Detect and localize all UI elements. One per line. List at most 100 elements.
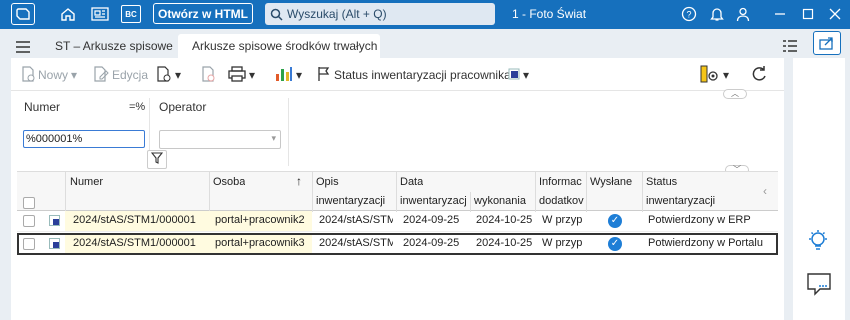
chevron-down-icon: ▾ xyxy=(523,68,530,82)
bc-icon[interactable]: BC xyxy=(121,5,141,23)
header-status[interactable]: Status xyxy=(646,176,677,188)
header-data-wykonania[interactable]: wykonania xyxy=(474,195,526,207)
header-informacje[interactable]: Informac xyxy=(539,176,585,188)
scroll-left-icon[interactable]: ‹ xyxy=(763,184,767,198)
tab-label: Arkusze spisowe środków trwałych xyxy=(192,39,378,53)
open-html-label: Otwórz w HTML xyxy=(158,6,248,21)
sort-arrow-icon[interactable]: ↑ xyxy=(296,174,302,188)
document-icon xyxy=(156,65,172,85)
right-side-panel xyxy=(793,58,845,320)
header-wyslane[interactable]: Wysłane xyxy=(590,176,632,188)
maximize-icon[interactable] xyxy=(797,4,819,24)
flag-icon xyxy=(317,66,331,85)
new-button[interactable]: Nowy ▾ xyxy=(21,65,78,85)
header-data-inwentaryzacji[interactable]: inwentaryzacj xyxy=(400,195,470,207)
cell-numer: 2024/stAS/STM1/000001 xyxy=(73,214,196,226)
home-icon[interactable] xyxy=(57,4,79,24)
operator-select[interactable]: ▾ xyxy=(159,130,281,149)
close-icon[interactable] xyxy=(824,4,846,24)
chat-icon[interactable] xyxy=(806,272,832,299)
header-informacje-sub: dodatkov xyxy=(539,195,584,207)
row-checkbox[interactable] xyxy=(23,215,35,227)
table-row[interactable]: 2024/stAS/STM1/000001 portal+pracownik2 … xyxy=(17,211,778,232)
header-status-sub: inwentaryzacji xyxy=(646,195,716,207)
search-icon xyxy=(265,8,287,21)
chevron-down-icon: ▾ xyxy=(723,68,730,82)
chevron-down-icon: ▾ xyxy=(271,133,276,143)
cell-data-wykonania: 2024-10-25 xyxy=(476,237,533,249)
chevron-down-icon: ▾ xyxy=(296,68,303,82)
print-button[interactable]: ▾ xyxy=(228,65,256,85)
bar-chart-icon xyxy=(275,66,293,85)
cell-informacje: W przyp xyxy=(542,214,583,226)
cell-data-inwentaryzacji: 2024-09-25 xyxy=(403,214,460,226)
header-opis-sub: inwentaryzacji xyxy=(316,195,386,207)
color-options-button[interactable]: ▾ xyxy=(508,66,529,84)
news-icon[interactable] xyxy=(89,4,111,24)
select-all-checkbox[interactable] xyxy=(23,197,35,209)
color-square-icon xyxy=(508,68,520,83)
lightbulb-icon[interactable] xyxy=(806,228,830,255)
tabs-row: ST – Arkusze spisowe Arkusze spisowe śro… xyxy=(0,29,850,59)
collapse-up-icon[interactable]: ︿ xyxy=(723,89,747,99)
search-input[interactable]: Wyszukaj (Alt + Q) xyxy=(265,3,495,25)
row-checkbox[interactable] xyxy=(23,238,35,250)
numer-filter-label: Numer xyxy=(24,100,61,114)
bc-label: BC xyxy=(125,9,137,19)
chevron-down-icon: ▾ xyxy=(175,68,182,82)
funnel-icon xyxy=(150,152,164,167)
edit-label: Edycja xyxy=(112,68,149,82)
cell-status: Potwierdzony w ERP xyxy=(648,214,751,226)
cell-opis: 2024/stAS/STM xyxy=(319,214,393,226)
check-circle-icon: ✓ xyxy=(608,237,622,251)
new-label: Nowy xyxy=(38,68,69,82)
delete-button[interactable] xyxy=(201,65,215,84)
header-numer[interactable]: Numer xyxy=(70,176,103,188)
tab-label: ST – Arkusze spisowe xyxy=(55,39,173,53)
help-icon[interactable]: ? xyxy=(678,4,700,24)
refresh-icon xyxy=(750,65,768,86)
top-bar: BC Otwórz w HTML Wyszukaj (Alt + Q) 1 - … xyxy=(0,0,850,29)
cell-status: Potwierdzony w Portalu xyxy=(648,237,763,249)
app-logo-icon[interactable] xyxy=(11,3,35,25)
numer-filter-input[interactable]: %000001% xyxy=(23,130,145,148)
filter-funnel-button[interactable] xyxy=(147,150,167,169)
check-circle-icon: ✓ xyxy=(608,214,622,228)
cell-data-wykonania: 2024-10-25 xyxy=(476,214,533,226)
status-inventory-button[interactable]: Status inwentaryzacji pracownika xyxy=(317,66,511,84)
cell-osoba: portal+pracownik2 xyxy=(215,214,305,226)
user-icon[interactable] xyxy=(732,4,754,24)
refresh-button[interactable] xyxy=(750,65,768,86)
filter-divider xyxy=(288,98,289,166)
chevron-down-icon: ▾ xyxy=(71,68,78,82)
header-data[interactable]: Data xyxy=(400,176,423,188)
numer-filter-value: %000001% xyxy=(26,133,83,145)
menu-icon[interactable] xyxy=(15,34,35,58)
edit-button[interactable]: Edycja xyxy=(93,65,149,84)
tab-st-arkusze[interactable]: ST – Arkusze spisowe xyxy=(55,34,173,58)
header-osoba[interactable]: Osoba xyxy=(213,176,245,188)
table-row-selected[interactable]: 2024/stAS/STM1/000001 portal+pracownik3 … xyxy=(17,233,778,255)
tab-arkusze-srodkow[interactable]: Arkusze spisowe środków trwałych xyxy=(178,34,380,58)
new-doc-icon xyxy=(21,65,35,85)
toolbar: Nowy ▾ Edycja ▾ ▾ ▾ Status inwentaryzacj… xyxy=(11,58,784,91)
share-icon[interactable] xyxy=(813,31,841,55)
cell-data-inwentaryzacji: 2024-09-25 xyxy=(403,237,460,249)
bell-icon[interactable] xyxy=(706,4,728,24)
list-view-icon[interactable] xyxy=(782,34,798,58)
company-name[interactable]: 1 - Foto Świat xyxy=(512,7,586,21)
svg-text:?: ? xyxy=(686,10,691,20)
main-panel: Nowy ▾ Edycja ▾ ▾ ▾ Status inwentaryzacj… xyxy=(11,58,784,320)
header-opis[interactable]: Opis xyxy=(316,176,339,188)
chart-button[interactable]: ▾ xyxy=(275,66,302,84)
minimize-icon[interactable] xyxy=(769,4,791,24)
cell-numer: 2024/stAS/STM1/000001 xyxy=(73,237,196,249)
settings-button[interactable]: ▾ xyxy=(700,65,730,84)
document-options-button[interactable]: ▾ xyxy=(156,65,182,85)
operator-filter-label: Operator xyxy=(159,100,207,114)
grid-header: Numer Osoba ↑ Opis inwentaryzacji Data i… xyxy=(17,171,778,212)
chevron-down-icon: ▾ xyxy=(249,68,256,82)
open-html-button[interactable]: Otwórz w HTML xyxy=(153,3,253,24)
printer-icon xyxy=(228,65,246,85)
numer-operator-label[interactable]: =% xyxy=(129,101,145,113)
